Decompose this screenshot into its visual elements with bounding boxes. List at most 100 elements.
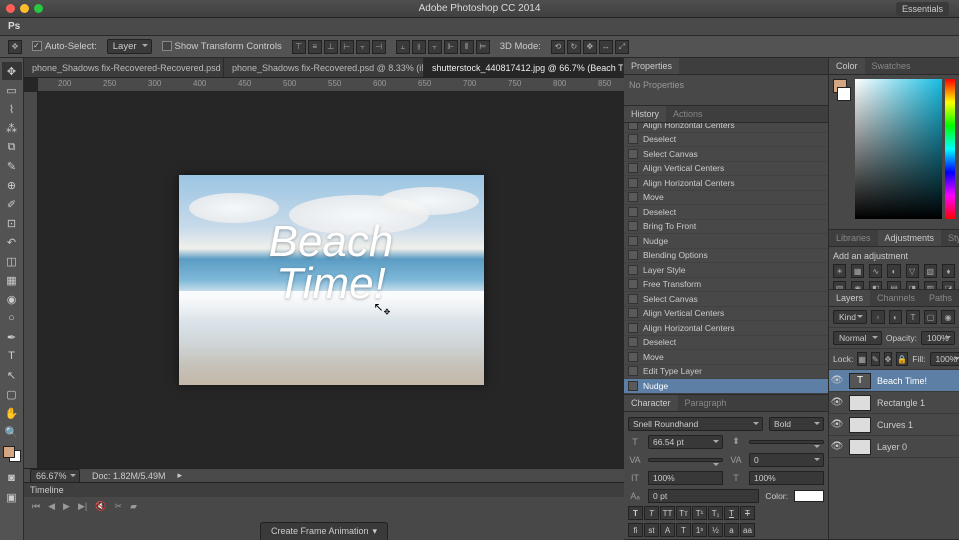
scale-3d-icon[interactable]: ⤢ xyxy=(615,40,629,54)
blur-tool[interactable]: ◉ xyxy=(2,290,22,308)
history-item[interactable]: Align Horizontal Centers xyxy=(624,176,828,191)
swatches-tab[interactable]: Swatches xyxy=(865,58,918,74)
font-style-dropdown[interactable]: Bold xyxy=(769,417,824,431)
dist-right-icon[interactable]: ⊨ xyxy=(476,40,490,54)
align-vcenter-icon[interactable]: ≡ xyxy=(308,40,322,54)
hand-tool[interactable]: ✋ xyxy=(2,404,22,422)
history-item[interactable]: Align Vertical Centers xyxy=(624,162,828,177)
history-brush-tool[interactable]: ↶ xyxy=(2,233,22,251)
history-item[interactable]: Move xyxy=(624,191,828,206)
pen-tool[interactable]: ✒ xyxy=(2,328,22,346)
underline-button[interactable]: T xyxy=(724,506,739,520)
crop-tool[interactable]: ⧉ xyxy=(2,138,22,156)
fractions-button[interactable]: ½ xyxy=(708,523,723,537)
tl-first-icon[interactable]: ⏮ xyxy=(32,501,40,512)
levels-icon[interactable]: ▦ xyxy=(851,264,864,278)
properties-tab[interactable]: Properties xyxy=(624,58,679,74)
tl-transition-icon[interactable]: ▰ xyxy=(130,501,137,512)
artwork-image[interactable]: Beach Time! ↖✥ xyxy=(179,175,484,385)
ordinals-button[interactable]: 1ˢ xyxy=(692,523,707,537)
brush-tool[interactable]: ✐ xyxy=(2,195,22,213)
kerning-field[interactable] xyxy=(648,458,723,462)
italic-button[interactable]: T xyxy=(644,506,659,520)
swash-button[interactable]: a xyxy=(724,523,739,537)
filter-kind-dropdown[interactable]: Kind xyxy=(833,310,867,324)
workspace-switcher[interactable]: Essentials xyxy=(896,2,949,16)
history-item[interactable]: Deselect xyxy=(624,205,828,220)
auto-select-checkbox[interactable] xyxy=(32,41,42,51)
history-item[interactable]: Select Canvas xyxy=(624,292,828,307)
history-item[interactable]: Align Horizontal Centers xyxy=(624,321,828,336)
channel-mixer-icon[interactable]: ◧ xyxy=(869,281,882,289)
layer-row[interactable]: 👁Rectangle 1 xyxy=(829,392,959,414)
quick-mask-icon[interactable]: ◙ xyxy=(2,469,22,487)
history-item[interactable]: Align Vertical Centers xyxy=(624,307,828,322)
channels-tab[interactable]: Channels xyxy=(870,290,922,306)
filter-type-icon[interactable]: T xyxy=(906,310,920,324)
std-ligature-button[interactable]: st xyxy=(644,523,659,537)
subscript-button[interactable]: T₁ xyxy=(708,506,723,520)
bw-icon[interactable]: ▨ xyxy=(833,281,846,289)
history-item[interactable]: Blending Options xyxy=(624,249,828,264)
layer-row[interactable]: 👁TBeach Time! xyxy=(829,370,959,392)
superscript-button[interactable]: T¹ xyxy=(692,506,707,520)
stylistic-button[interactable]: A xyxy=(660,523,675,537)
color-field[interactable] xyxy=(855,79,942,219)
align-top-icon[interactable]: ⊤ xyxy=(292,40,306,54)
align-hcenter-icon[interactable]: ⫟ xyxy=(356,40,370,54)
visibility-icon[interactable]: 👁 xyxy=(829,441,845,452)
visibility-icon[interactable]: 👁 xyxy=(829,375,845,386)
threshold-icon[interactable]: ◪ xyxy=(942,281,955,289)
dodge-tool[interactable]: ○ xyxy=(2,309,22,327)
eraser-tool[interactable]: ◫ xyxy=(2,252,22,270)
curves-icon[interactable]: ∿ xyxy=(869,264,882,278)
allcaps-button[interactable]: TT xyxy=(660,506,675,520)
document-tab[interactable]: phone_Shadows fix-Recovered.psd @ 8.33% … xyxy=(224,58,424,77)
lookup-icon[interactable]: ▤ xyxy=(887,281,900,289)
font-family-dropdown[interactable]: Snell Roundhand xyxy=(628,417,763,431)
dist-bottom-icon[interactable]: ⫟ xyxy=(428,40,442,54)
tl-next-icon[interactable]: ▶| xyxy=(78,501,87,512)
visibility-icon[interactable]: 👁 xyxy=(829,419,845,430)
strike-button[interactable]: T xyxy=(740,506,755,520)
history-item[interactable]: Layer Style xyxy=(624,263,828,278)
posterize-icon[interactable]: ▥ xyxy=(924,281,937,289)
blend-mode-dropdown[interactable]: Normal xyxy=(833,331,882,345)
visibility-icon[interactable]: 👁 xyxy=(829,397,845,408)
styles-tab[interactable]: Styles xyxy=(941,230,959,246)
show-transform-checkbox[interactable] xyxy=(162,41,172,51)
colorbal-icon[interactable]: ♦ xyxy=(942,264,955,278)
history-item[interactable]: Move xyxy=(624,350,828,365)
marquee-tool[interactable]: ▭ xyxy=(2,81,22,99)
document-tab-active[interactable]: shutterstock_440817412.jpg @ 66.7% (Beac… xyxy=(424,58,624,77)
roll-3d-icon[interactable]: ↻ xyxy=(567,40,581,54)
adjustments-tab[interactable]: Adjustments xyxy=(878,230,942,246)
history-item[interactable]: Select Canvas xyxy=(624,147,828,162)
align-left-icon[interactable]: ⊢ xyxy=(340,40,354,54)
history-item[interactable]: Bring To Front xyxy=(624,220,828,235)
stamp-tool[interactable]: ⊡ xyxy=(2,214,22,232)
photo-filter-icon[interactable]: ◉ xyxy=(851,281,864,289)
tl-audio-icon[interactable]: 🔇 xyxy=(95,501,106,512)
libraries-tab[interactable]: Libraries xyxy=(829,230,878,246)
create-frame-animation-button[interactable]: Create Frame Animation▾ xyxy=(260,522,388,540)
titling-button[interactable]: T xyxy=(676,523,691,537)
slide-3d-icon[interactable]: ↔ xyxy=(599,40,613,54)
color-tab[interactable]: Color xyxy=(829,58,865,74)
screen-mode-icon[interactable]: ▣ xyxy=(2,488,22,506)
filter-smart-icon[interactable]: ◉ xyxy=(941,310,955,324)
layers-tab[interactable]: Layers xyxy=(829,290,870,306)
history-item[interactable]: Align Horizontal Centers xyxy=(624,123,828,133)
dist-vcenter-icon[interactable]: ⫲ xyxy=(412,40,426,54)
hue-icon[interactable]: ▧ xyxy=(924,264,937,278)
paths-tab[interactable]: Paths xyxy=(922,290,959,306)
character-tab[interactable]: Character xyxy=(624,395,678,411)
align-right-icon[interactable]: ⊣ xyxy=(372,40,386,54)
move-tool[interactable]: ✥ xyxy=(2,62,22,80)
lock-trans-icon[interactable]: ▦ xyxy=(857,352,867,366)
heal-tool[interactable]: ⊕ xyxy=(2,176,22,194)
document-tab[interactable]: phone_Shadows fix-Recovered-Recovered.ps… xyxy=(24,58,224,77)
zoom-field[interactable]: 66.67% xyxy=(30,469,80,483)
lock-pos-icon[interactable]: ✥ xyxy=(884,352,893,366)
justification-button[interactable]: aa xyxy=(740,523,755,537)
